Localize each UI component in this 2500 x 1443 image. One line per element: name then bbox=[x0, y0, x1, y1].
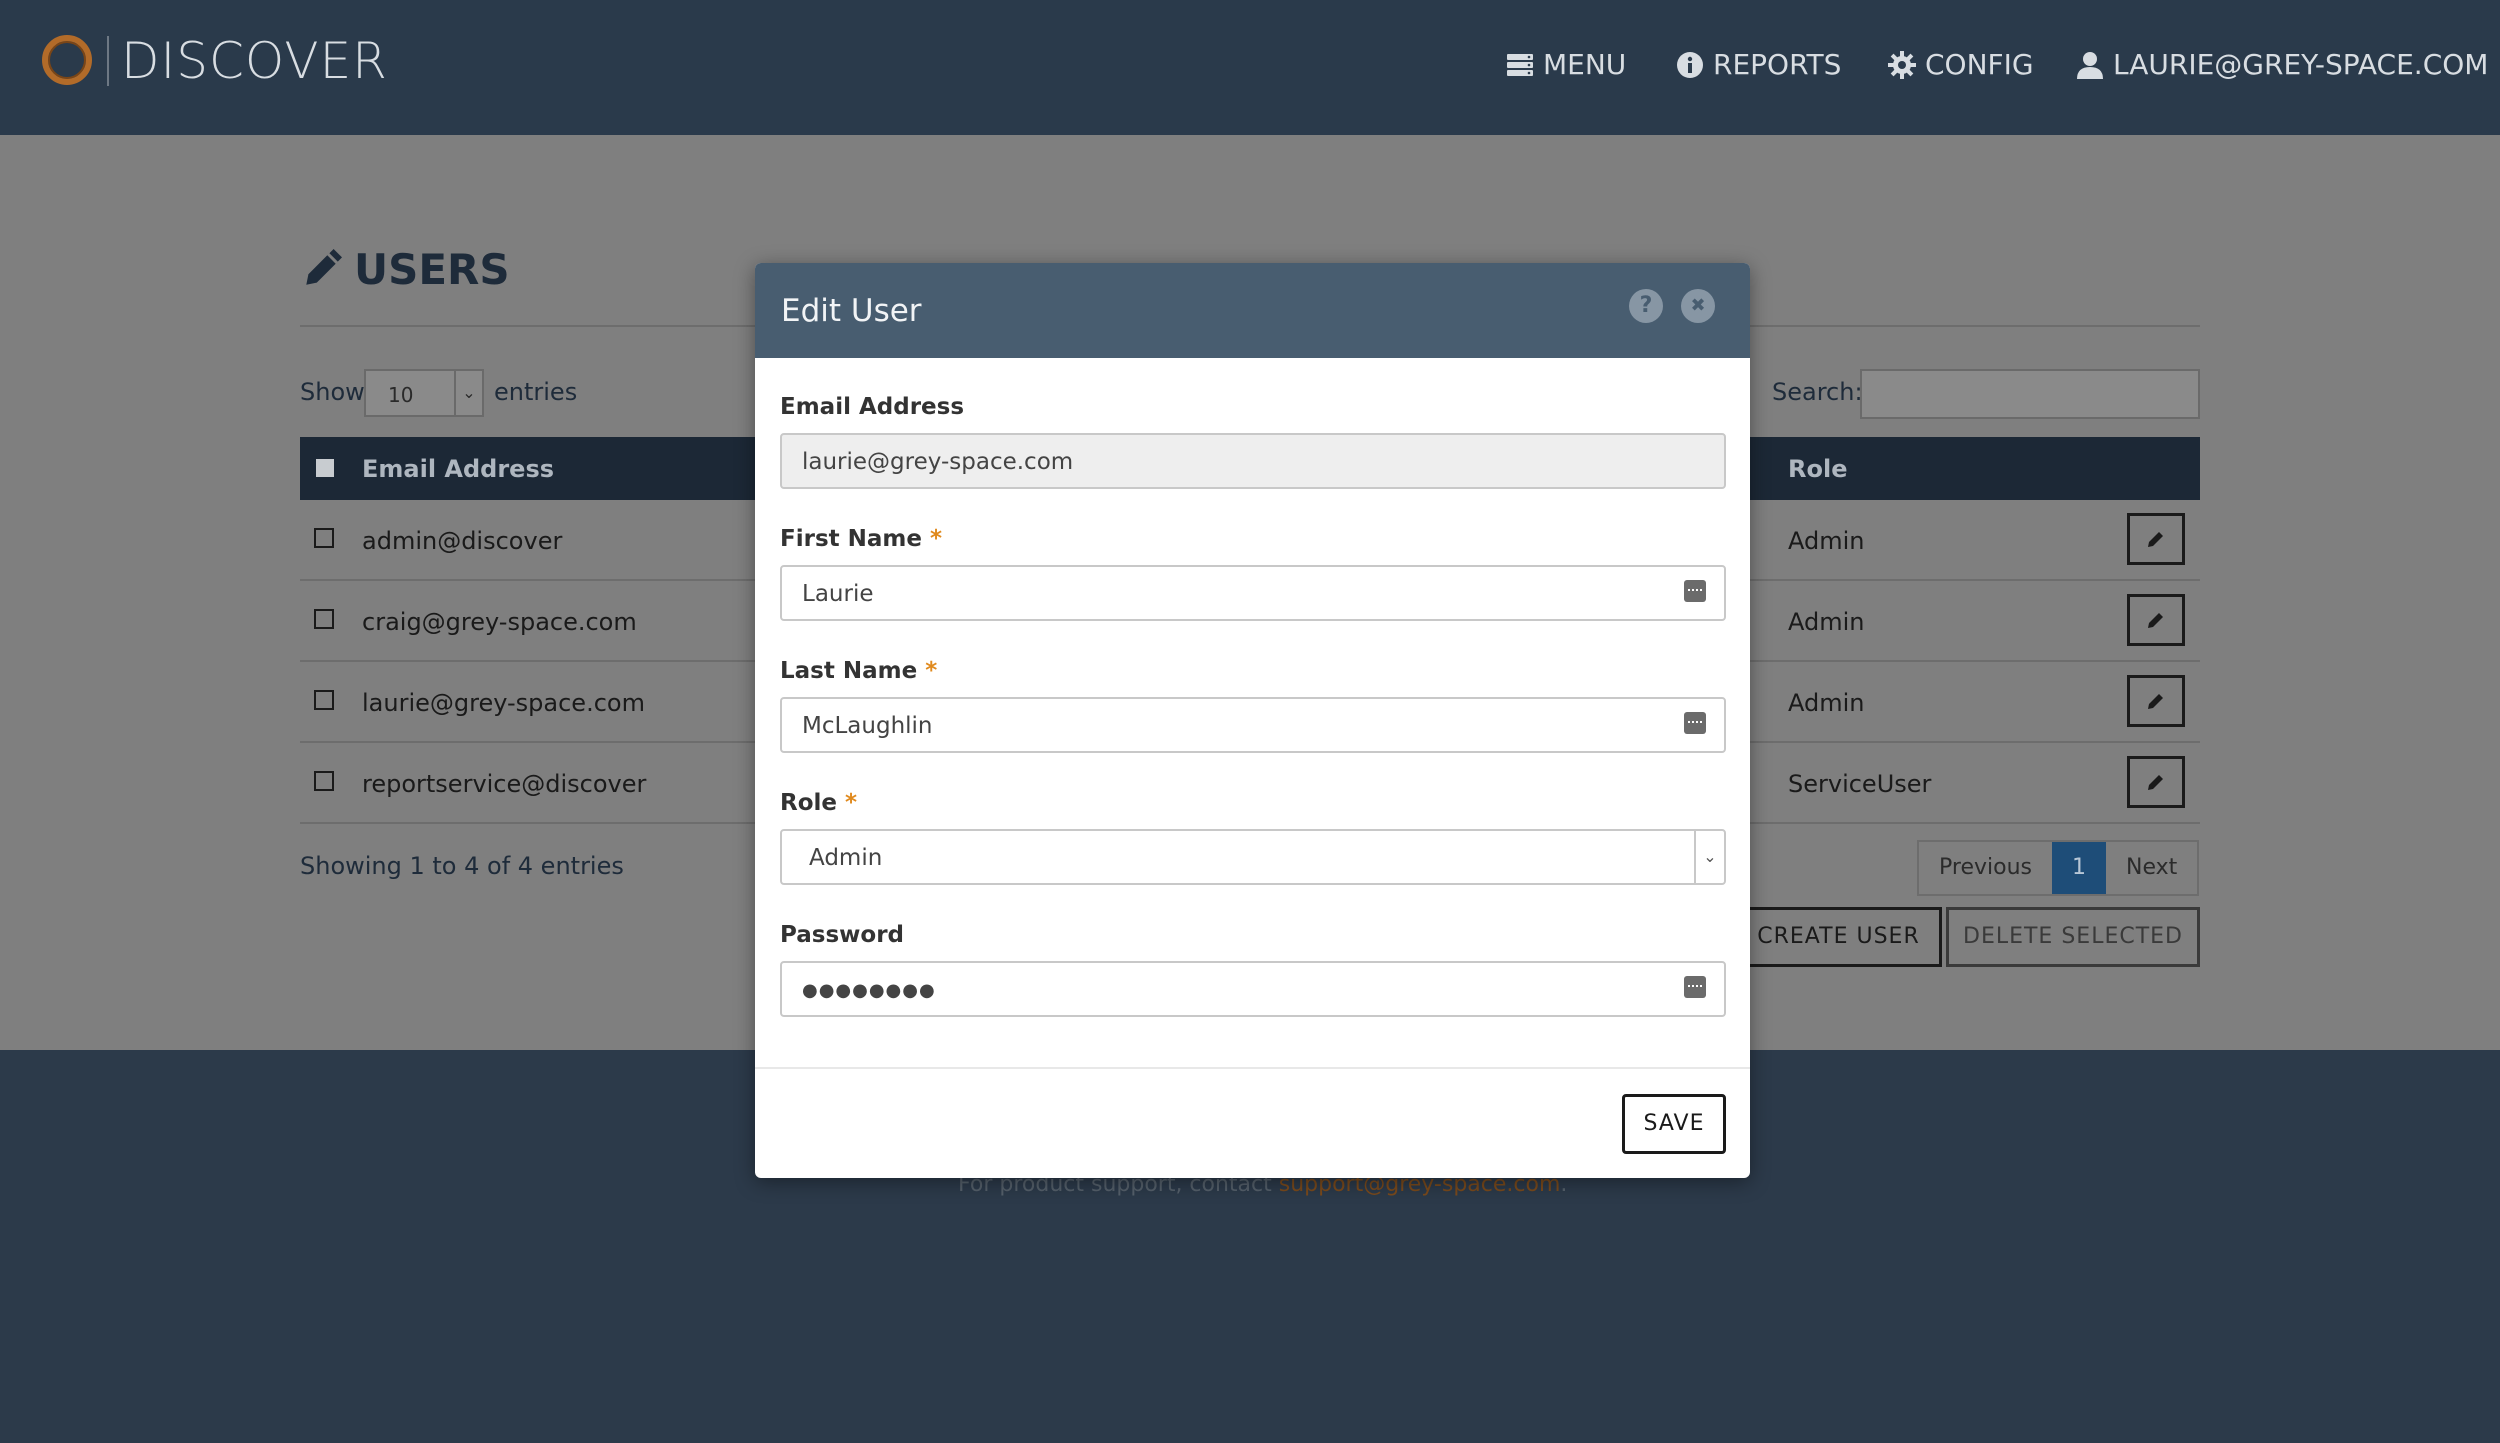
row-email: admin@discover bbox=[362, 527, 563, 555]
row-role: Admin bbox=[1788, 608, 1865, 636]
nav-config[interactable]: CONFIG bbox=[1887, 48, 2034, 81]
keyboard-icon[interactable] bbox=[1684, 976, 1706, 998]
password-field-value: ●●●●●●●● bbox=[802, 980, 936, 1001]
user-icon bbox=[2077, 51, 2103, 79]
password-label-text: Password bbox=[780, 922, 904, 948]
pencil-icon bbox=[2148, 775, 2163, 790]
chevron-down-icon: ⌄ bbox=[454, 371, 482, 415]
select-all-checkbox[interactable] bbox=[316, 459, 334, 477]
nav-menu[interactable]: MENU bbox=[1505, 48, 1626, 81]
chevron-down-icon[interactable]: ⌄ bbox=[1694, 831, 1724, 883]
modal-title: Edit User bbox=[781, 293, 922, 329]
logo-separator bbox=[107, 36, 109, 86]
edit-row-button[interactable] bbox=[2127, 594, 2185, 646]
role-label-text: Role bbox=[780, 790, 837, 816]
email-label: Email Address bbox=[780, 394, 964, 420]
create-user-button[interactable]: CREATE USER bbox=[1735, 907, 1942, 967]
page-title-text: USERS bbox=[354, 245, 510, 294]
row-checkbox[interactable] bbox=[314, 771, 334, 791]
keyboard-icon[interactable] bbox=[1684, 712, 1706, 734]
first-name-label: First Name * bbox=[780, 526, 942, 552]
nav-menu-label: MENU bbox=[1543, 48, 1627, 81]
pencil-icon bbox=[2148, 532, 2163, 547]
nav-config-label: CONFIG bbox=[1925, 48, 2034, 81]
server-stack-icon bbox=[1507, 53, 1533, 76]
email-field[interactable]: laurie@grey-space.com bbox=[780, 433, 1726, 489]
row-role: Admin bbox=[1788, 527, 1865, 555]
entries-select[interactable]: 10 ⌄ bbox=[364, 369, 484, 417]
nav-user-label: LAURIE@GREY-SPACE.COM bbox=[2113, 48, 2489, 81]
logo-text[interactable]: DISCOVER bbox=[121, 32, 388, 90]
save-button[interactable]: SAVE bbox=[1622, 1094, 1726, 1154]
pencil-icon bbox=[2148, 694, 2163, 709]
modal-footer-divider bbox=[755, 1067, 1750, 1069]
last-name-label-text: Last Name bbox=[780, 658, 918, 684]
pagination-previous[interactable]: Previous bbox=[1919, 842, 2052, 894]
email-label-text: Email Address bbox=[780, 394, 965, 420]
role-label: Role * bbox=[780, 790, 857, 816]
edit-row-button[interactable] bbox=[2127, 675, 2185, 727]
row-role: Admin bbox=[1788, 689, 1865, 717]
row-role: ServiceUser bbox=[1788, 770, 1932, 798]
row-email: reportservice@discover bbox=[362, 770, 647, 798]
nav-reports[interactable]: REPORTS bbox=[1675, 48, 1841, 81]
role-select-value: Admin bbox=[809, 845, 883, 871]
keyboard-icon[interactable] bbox=[1684, 580, 1706, 602]
pencil-icon bbox=[2148, 613, 2163, 628]
column-header-role[interactable]: Role bbox=[1788, 455, 1847, 483]
last-name-field-value: McLaughlin bbox=[802, 713, 933, 739]
password-label: Password bbox=[780, 922, 904, 948]
first-name-field-value: Laurie bbox=[802, 581, 874, 607]
entries-label: entries bbox=[494, 378, 578, 406]
required-marker: * bbox=[929, 526, 943, 552]
modal-header: Edit User ? ✖ bbox=[755, 263, 1750, 358]
column-header-email[interactable]: Email Address bbox=[362, 455, 554, 483]
page-title: USERS bbox=[300, 245, 510, 294]
role-select[interactable]: Admin ⌄ bbox=[780, 829, 1726, 885]
pagination: Previous 1 Next bbox=[1917, 840, 2200, 896]
row-email: craig@grey-space.com bbox=[362, 608, 637, 636]
pagination-next[interactable]: Next bbox=[2106, 842, 2197, 894]
pagination-page-1[interactable]: 1 bbox=[2051, 842, 2106, 894]
required-marker: * bbox=[925, 658, 938, 684]
last-name-label: Last Name * bbox=[780, 658, 937, 684]
edit-user-modal: Edit User ? ✖ Email Address laurie@grey-… bbox=[755, 263, 1750, 1178]
pencil-icon bbox=[306, 248, 342, 285]
edit-row-button[interactable] bbox=[2127, 756, 2185, 808]
last-name-field[interactable]: McLaughlin bbox=[780, 697, 1726, 753]
search-label: Search: bbox=[1772, 378, 1863, 406]
logo-ring-icon bbox=[42, 35, 92, 85]
row-checkbox[interactable] bbox=[314, 690, 334, 710]
show-label: Show bbox=[300, 378, 365, 406]
gear-icon bbox=[1888, 50, 1916, 79]
close-icon[interactable]: ✖ bbox=[1681, 289, 1715, 323]
required-marker: * bbox=[845, 790, 858, 816]
edit-row-button[interactable] bbox=[2127, 513, 2185, 565]
nav-reports-label: REPORTS bbox=[1713, 48, 1842, 81]
row-checkbox[interactable] bbox=[314, 609, 334, 629]
search-input[interactable] bbox=[1860, 369, 2200, 419]
table-info: Showing 1 to 4 of 4 entries bbox=[300, 852, 624, 880]
info-icon bbox=[1677, 51, 1703, 78]
entries-select-value: 10 bbox=[388, 383, 414, 407]
delete-selected-button[interactable]: DELETE SELECTED bbox=[1946, 907, 2200, 967]
first-name-field[interactable]: Laurie bbox=[780, 565, 1726, 621]
top-bar: DISCOVER MENU REPORTS CONFIG LAURIE@GREY… bbox=[0, 0, 2500, 135]
row-email: laurie@grey-space.com bbox=[362, 689, 645, 717]
help-icon[interactable]: ? bbox=[1629, 289, 1663, 323]
first-name-label-text: First Name bbox=[780, 526, 922, 552]
row-checkbox[interactable] bbox=[314, 528, 334, 548]
email-field-value: laurie@grey-space.com bbox=[802, 449, 1074, 475]
nav-user[interactable]: LAURIE@GREY-SPACE.COM bbox=[2075, 48, 2488, 81]
password-field[interactable]: ●●●●●●●● bbox=[780, 961, 1726, 1017]
